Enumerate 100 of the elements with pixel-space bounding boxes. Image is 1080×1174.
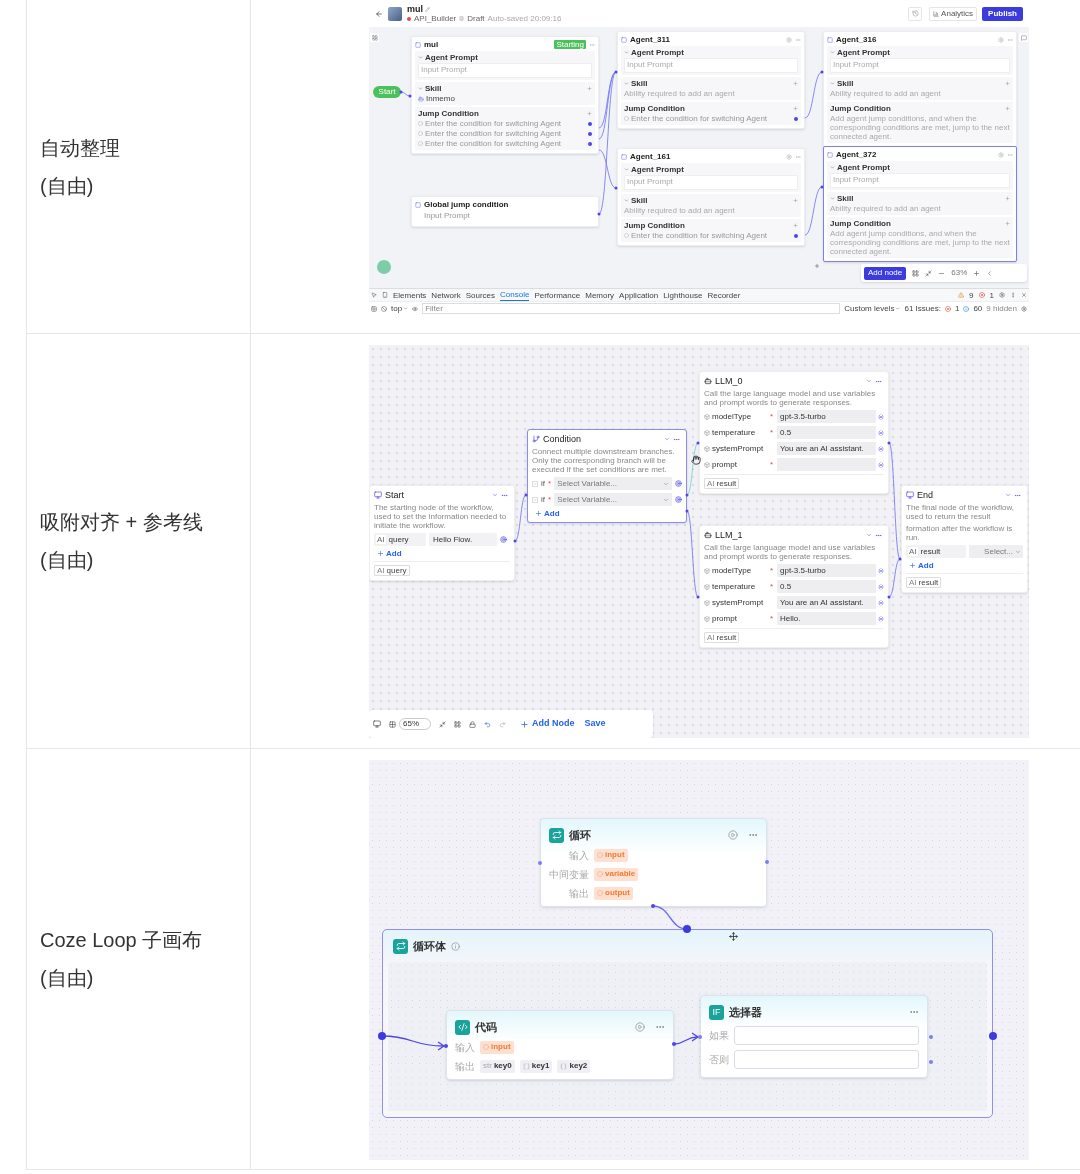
branch-label: if	[541, 479, 545, 488]
devtools-tab[interactable]: Network	[431, 289, 461, 301]
selector-node[interactable]: IF 选择器 如果 否则	[700, 995, 928, 1078]
jump-hint: Add agent jump conditions, and when the corresponding conditions are met, jump to the next connected agent.	[830, 114, 1010, 141]
inspect-icon[interactable]	[371, 292, 377, 298]
loop-node[interactable]: 循环 输入 input 中间变量 variable 输出 output	[540, 818, 767, 907]
sidebar-icon[interactable]	[371, 305, 377, 312]
section-title: Skill	[425, 84, 442, 93]
value-select[interactable]: Select...	[969, 545, 1023, 558]
param-name: temperature	[712, 428, 757, 437]
fit-view-icon[interactable]	[439, 720, 446, 728]
condition-field[interactable]	[734, 1025, 919, 1045]
collapse-icon	[532, 480, 538, 487]
devtools-tab[interactable]: Performance	[534, 289, 581, 301]
section-title: Agent Prompt	[631, 165, 684, 174]
more-icon[interactable]	[1010, 292, 1016, 298]
publish-button[interactable]: Publish	[982, 6, 1023, 21]
param-field[interactable]: 0.5	[777, 426, 876, 439]
settings-icon	[786, 36, 792, 43]
node-title: Agent_316	[836, 35, 877, 44]
settings-icon[interactable]	[999, 292, 1005, 298]
devtools-tab[interactable]: Sources	[465, 289, 496, 301]
comment-icon	[1020, 34, 1027, 41]
caret-icon	[492, 492, 498, 498]
node-title: End	[917, 490, 933, 500]
value-field[interactable]: Hello Flow.	[429, 533, 497, 546]
devtools-tab[interactable]: Memory	[585, 289, 615, 301]
agent-node[interactable]: mul Starting Agent Prompt Input Prompt Skill Inmemo Jump Condition Enter the condition for switching Agent Enter the condition for switching Agent Enter the condition for switching Agent	[411, 36, 599, 154]
variable-select[interactable]: Select Variable...	[554, 493, 672, 506]
workflow-node[interactable]: LLM_0 Call the large language model and use variables and prompt words to generate responses. modelType * gpt-3.5-turbo temperature * 0.5 systemPrompt You are an AI assistant. prompt * AI result	[699, 371, 889, 494]
fit-view-icon[interactable]	[925, 269, 933, 277]
layout-icon[interactable]	[912, 269, 920, 277]
back-icon[interactable]	[375, 9, 383, 18]
workflow-node[interactable]: Start The starting node of the workflow, used to set the information needed to initiate the workflow. AI query Hello Flow. Add AI query	[369, 485, 515, 581]
devtools-tab[interactable]: Recorder	[707, 289, 741, 301]
node-title: LLM_0	[715, 376, 743, 386]
device-icon[interactable]	[382, 292, 388, 298]
devtools-tab[interactable]: Console	[500, 289, 530, 301]
type-label: AI	[707, 633, 715, 642]
workflow-node[interactable]: End The final node of the workflow, used to return the result formation after the workflow is run. AI result Select... Add AI result	[901, 485, 1028, 593]
connector-line	[686, 442, 699, 496]
workflow-node[interactable]: Condition Connect multiple downstream branches. Only the corresponding branch will be executed if the set conditions are met. if * Select Variable... if * Select Variable... Add	[527, 429, 687, 523]
agent-node[interactable]: Agent_161 Agent Prompt Input Prompt Skill Ability required to add an agent Jump Condition Enter the condition for switching Agent	[617, 148, 805, 246]
jump-hint: Add agent jump conditions, and when the corresponding conditions are met, jump to the next connected agent.	[830, 229, 1010, 256]
param-field[interactable]: Hello.	[777, 612, 876, 625]
variable-select[interactable]: Select Variable...	[554, 477, 672, 490]
connector-arrow	[673, 1032, 700, 1045]
layout-icon[interactable]	[454, 720, 461, 728]
param-icon	[704, 445, 710, 452]
caret-icon	[830, 165, 835, 170]
global-jump-node[interactable]: Global jump condition Input Prompt	[411, 196, 599, 227]
add-node-button[interactable]: Add node	[864, 266, 907, 280]
node-title: Agent_372	[836, 150, 877, 159]
code-node[interactable]: 代码 输入 input 输出 str key0 key1 key2	[446, 1010, 674, 1080]
field-label: 否则	[709, 1052, 729, 1067]
eye-icon[interactable]	[412, 305, 419, 312]
agent-node[interactable]: Agent_311 Agent Prompt Input Prompt Skill Ability required to add an agent Jump Condition Enter the condition for switching Agent	[617, 31, 805, 129]
add-icon	[1005, 81, 1010, 86]
section-title: Skill	[631, 79, 648, 88]
collapse-icon[interactable]	[986, 269, 994, 277]
save-button[interactable]: Save	[584, 717, 606, 731]
devtools-tab[interactable]: Elements	[393, 289, 427, 301]
settings-icon[interactable]	[1021, 305, 1027, 312]
minimap-icon[interactable]	[373, 720, 381, 728]
param-field[interactable]: You are an AI assistant.	[777, 596, 876, 609]
filter-field[interactable]: Filter	[422, 303, 841, 314]
add-node-button[interactable]: Add Node	[520, 717, 575, 731]
variable-field[interactable]: AI result	[906, 545, 966, 558]
clear-icon[interactable]	[381, 305, 387, 312]
lock-icon[interactable]	[469, 720, 476, 728]
workflow-node[interactable]	[699, 525, 889, 648]
param-field[interactable]: gpt-3.5-turbo	[777, 410, 876, 423]
add-button[interactable]: Add	[374, 549, 405, 558]
skill-hint: Ability required to add an agent	[624, 89, 736, 98]
caret-icon	[830, 81, 835, 86]
devtools-tab[interactable]: Lighthouse	[663, 289, 703, 301]
more-icon	[589, 41, 595, 48]
add-button[interactable]: Add	[532, 509, 563, 518]
comment-button[interactable]	[1019, 33, 1028, 42]
zoom-in-icon[interactable]	[973, 269, 981, 277]
param-field[interactable]: You are an AI assistant.	[777, 442, 876, 455]
caret-icon	[624, 167, 629, 172]
param-field[interactable]: gpt-3.5-turbo	[777, 564, 876, 577]
close-icon[interactable]	[1021, 292, 1027, 298]
context-select[interactable]: top	[391, 304, 409, 313]
param-field[interactable]: 0.5	[777, 580, 876, 593]
agent-node[interactable]: Agent_316 Agent Prompt Input Prompt Skill Ability required to add an agent Jump Condition Add agent jump conditions, and when the corresponding conditions are met, jump to the next connected agent.	[823, 31, 1017, 147]
add-button[interactable]: Add	[906, 561, 937, 570]
analytics-button[interactable]: Analytics	[929, 6, 978, 21]
condition-field[interactable]	[734, 1049, 919, 1069]
devtools-tab[interactable]: Application	[619, 289, 659, 301]
levels-select[interactable]: Custom levels	[844, 304, 901, 313]
agent-node[interactable]: Agent_372 Agent Prompt Input Prompt Skill Ability required to add an agent Jump Condition Add agent jump conditions, and when the corresponding conditions are met, jump to the next connected agent.	[823, 146, 1017, 262]
undo-icon[interactable]	[484, 720, 491, 728]
grid-icon[interactable]	[389, 720, 396, 728]
sidebar-toggle-button[interactable]	[370, 33, 379, 42]
variable-field[interactable]: AI query	[374, 533, 426, 546]
node-title: LLM_1	[715, 530, 743, 540]
output-name: key0	[493, 1060, 512, 1072]
array-icon	[522, 1062, 530, 1070]
